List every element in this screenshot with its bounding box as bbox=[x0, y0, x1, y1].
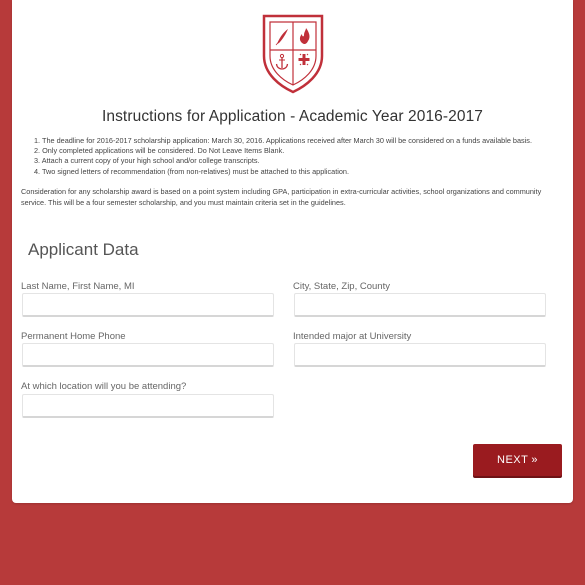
list-item: 1. The deadline for 2016-2017 scholarshi… bbox=[34, 136, 532, 145]
instructions-list: 1. The deadline for 2016-2017 scholarshi… bbox=[34, 136, 569, 177]
section-title: Applicant Data bbox=[28, 240, 139, 259]
major-input[interactable] bbox=[294, 343, 546, 367]
next-button[interactable]: NEXT » bbox=[473, 444, 562, 476]
city-input[interactable] bbox=[294, 293, 546, 317]
list-item: 3. Attach a current copy of your high sc… bbox=[34, 156, 260, 166]
page-title: Instructions for Application - Academic … bbox=[101, 108, 484, 125]
list-item: 4. Two signed letters of recommendation … bbox=[34, 166, 350, 176]
shield-crest-icon bbox=[262, 14, 324, 94]
location-label: At which location will you be attending? bbox=[21, 381, 187, 392]
next-button-label: NEXT bbox=[497, 454, 529, 466]
list-item: 2. Only completed applications will be c… bbox=[34, 146, 285, 156]
application-card: Instructions for Application - Academic … bbox=[12, 0, 573, 503]
name-input[interactable] bbox=[22, 293, 274, 317]
location-input[interactable] bbox=[22, 394, 274, 418]
double-chevron-right-icon: » bbox=[531, 454, 538, 466]
name-label: Last Name, First Name, MI bbox=[21, 281, 135, 292]
consideration-paragraph: Consideration for any scholarship award … bbox=[21, 187, 542, 207]
phone-label: Permanent Home Phone bbox=[21, 331, 126, 342]
city-label: City, State, Zip, County bbox=[293, 281, 390, 292]
major-label: Intended major at University bbox=[293, 331, 412, 342]
phone-input[interactable] bbox=[22, 343, 274, 367]
